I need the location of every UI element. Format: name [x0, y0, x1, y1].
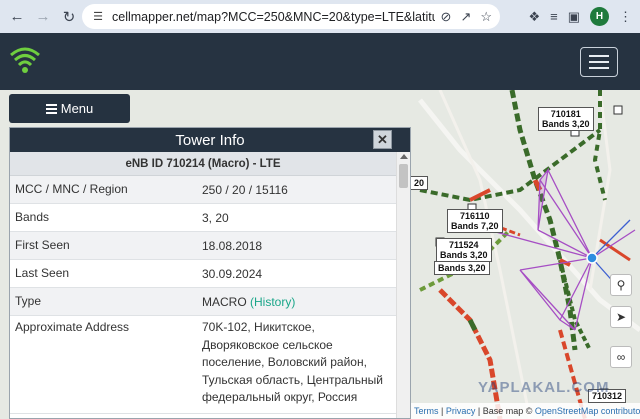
cell-label-711524[interactable]: 711524 Bands 3,20 [436, 238, 492, 262]
terms-link[interactable]: Terms [414, 406, 439, 416]
table-row: MCC / MNC / Region 250 / 20 / 15116 [10, 176, 396, 204]
privacy-link[interactable]: Privacy [446, 406, 476, 416]
osm-link[interactable]: OpenStreetMap contributors. [535, 406, 640, 416]
map-attribution: Terms | Privacy | Base map © OpenStreetM… [410, 403, 640, 419]
row-key: Last Seen [15, 266, 70, 280]
row-key: MCC / MNC / Region [15, 182, 128, 196]
row-value: 30.09.2024 [202, 267, 263, 281]
cell-label-bands: Bands 3,20 [542, 119, 590, 129]
bookmark-star-icon[interactable]: ☆ [480, 9, 492, 25]
tower-info-body[interactable]: eNB ID 710214 (Macro) - LTE MCC / MNC / … [10, 152, 410, 418]
tower-info-title: Tower Info [175, 131, 245, 149]
share-icon[interactable]: ↗ [460, 9, 471, 25]
row-key: First Seen [15, 238, 70, 252]
close-button[interactable]: ✕ [373, 130, 392, 149]
locate-icon[interactable]: ➤ [610, 306, 632, 328]
link-icon[interactable]: ∞ [610, 346, 632, 368]
site-settings-icon[interactable]: ☰ [90, 9, 106, 25]
cell-label-id: 716110 [459, 211, 490, 221]
tower-info-subtitle: eNB ID 710214 (Macro) - LTE [10, 152, 396, 176]
scroll-thumb[interactable] [399, 164, 408, 188]
cell-label-id: 710181 [550, 109, 581, 119]
zoom-search-icon[interactable]: ⚲ [610, 274, 632, 296]
signal-wifi-icon[interactable] [8, 43, 42, 77]
cell-label-id: 711524 [448, 240, 479, 250]
row-key: Approximate Address [15, 320, 130, 334]
tower-info-header: Tower Info ✕ [10, 128, 410, 152]
panel-scrollbar[interactable] [396, 152, 410, 418]
cell-label-bands: Bands 3,20 [438, 263, 486, 273]
row-value: 18.08.2018 [202, 239, 263, 253]
hamburger-icon[interactable] [580, 47, 618, 77]
cell-label-bands: 20 [414, 178, 425, 188]
type-value: MACRO [202, 295, 247, 309]
basemap-text: Base map © [482, 406, 533, 416]
menu-button-label: Menu [60, 101, 94, 116]
sidepanel-icon[interactable]: ▣ [568, 9, 580, 25]
table-row: Bands 3, 20 [10, 204, 396, 232]
row-key: Bands [15, 210, 50, 224]
row-key: Type [15, 294, 42, 308]
watermark: YAPLAKAL.COM [478, 379, 610, 396]
more-menu-icon[interactable]: ⋮ [619, 9, 632, 25]
row-value: MACRO (History) [197, 288, 396, 315]
cell-label-bands: Bands 3,20 [440, 250, 488, 260]
table-row: Last Seen 30.09.2024 [10, 260, 396, 288]
table-row: First Seen 18.08.2018 [10, 232, 396, 260]
url-text[interactable]: cellmapper.net/map?MCC=250&MNC=20&type=L… [112, 10, 435, 24]
profile-avatar[interactable]: H [590, 7, 609, 26]
cell-label-bands-only[interactable]: Bands 3,20 [434, 261, 490, 275]
row-value: 250 / 20 / 15116 [202, 183, 288, 197]
cell-label-edge[interactable]: 20 [410, 176, 429, 190]
app-header [0, 33, 640, 90]
extensions-icon[interactable]: ❖ [528, 9, 540, 25]
address-bar[interactable]: ☰ cellmapper.net/map?MCC=250&MNC=20&type… [82, 4, 500, 29]
location-blocked-icon[interactable]: ⊘ [441, 9, 452, 25]
table-row: Approximate Address 70K-102, Никитское, … [10, 316, 396, 414]
cell-label-710181[interactable]: 710181 Bands 3,20 [538, 107, 594, 131]
tower-info-table: MCC / MNC / Region 250 / 20 / 15116 Band… [10, 176, 396, 414]
back-icon[interactable]: ← [6, 6, 28, 28]
forward-icon[interactable]: → [32, 6, 54, 28]
reload-icon[interactable]: ↻ [58, 6, 80, 28]
row-value: 70K-102, Никитское, Дворяковское сельско… [202, 320, 383, 404]
menu-button[interactable]: Menu [9, 94, 130, 123]
media-icon[interactable]: ≡ [550, 9, 558, 24]
cell-label-716110[interactable]: 716110 Bands 7,20 [447, 209, 503, 233]
scroll-up-icon[interactable] [400, 154, 408, 159]
menu-bars-icon [45, 103, 57, 114]
history-link[interactable]: (History) [250, 295, 295, 309]
cell-label-bands: Bands 7,20 [451, 221, 499, 231]
row-value: 3, 20 [202, 211, 229, 225]
tower-info-panel: Tower Info ✕ eNB ID 710214 (Macro) - LTE… [9, 127, 411, 419]
table-row: Type MACRO (History) [10, 288, 396, 316]
